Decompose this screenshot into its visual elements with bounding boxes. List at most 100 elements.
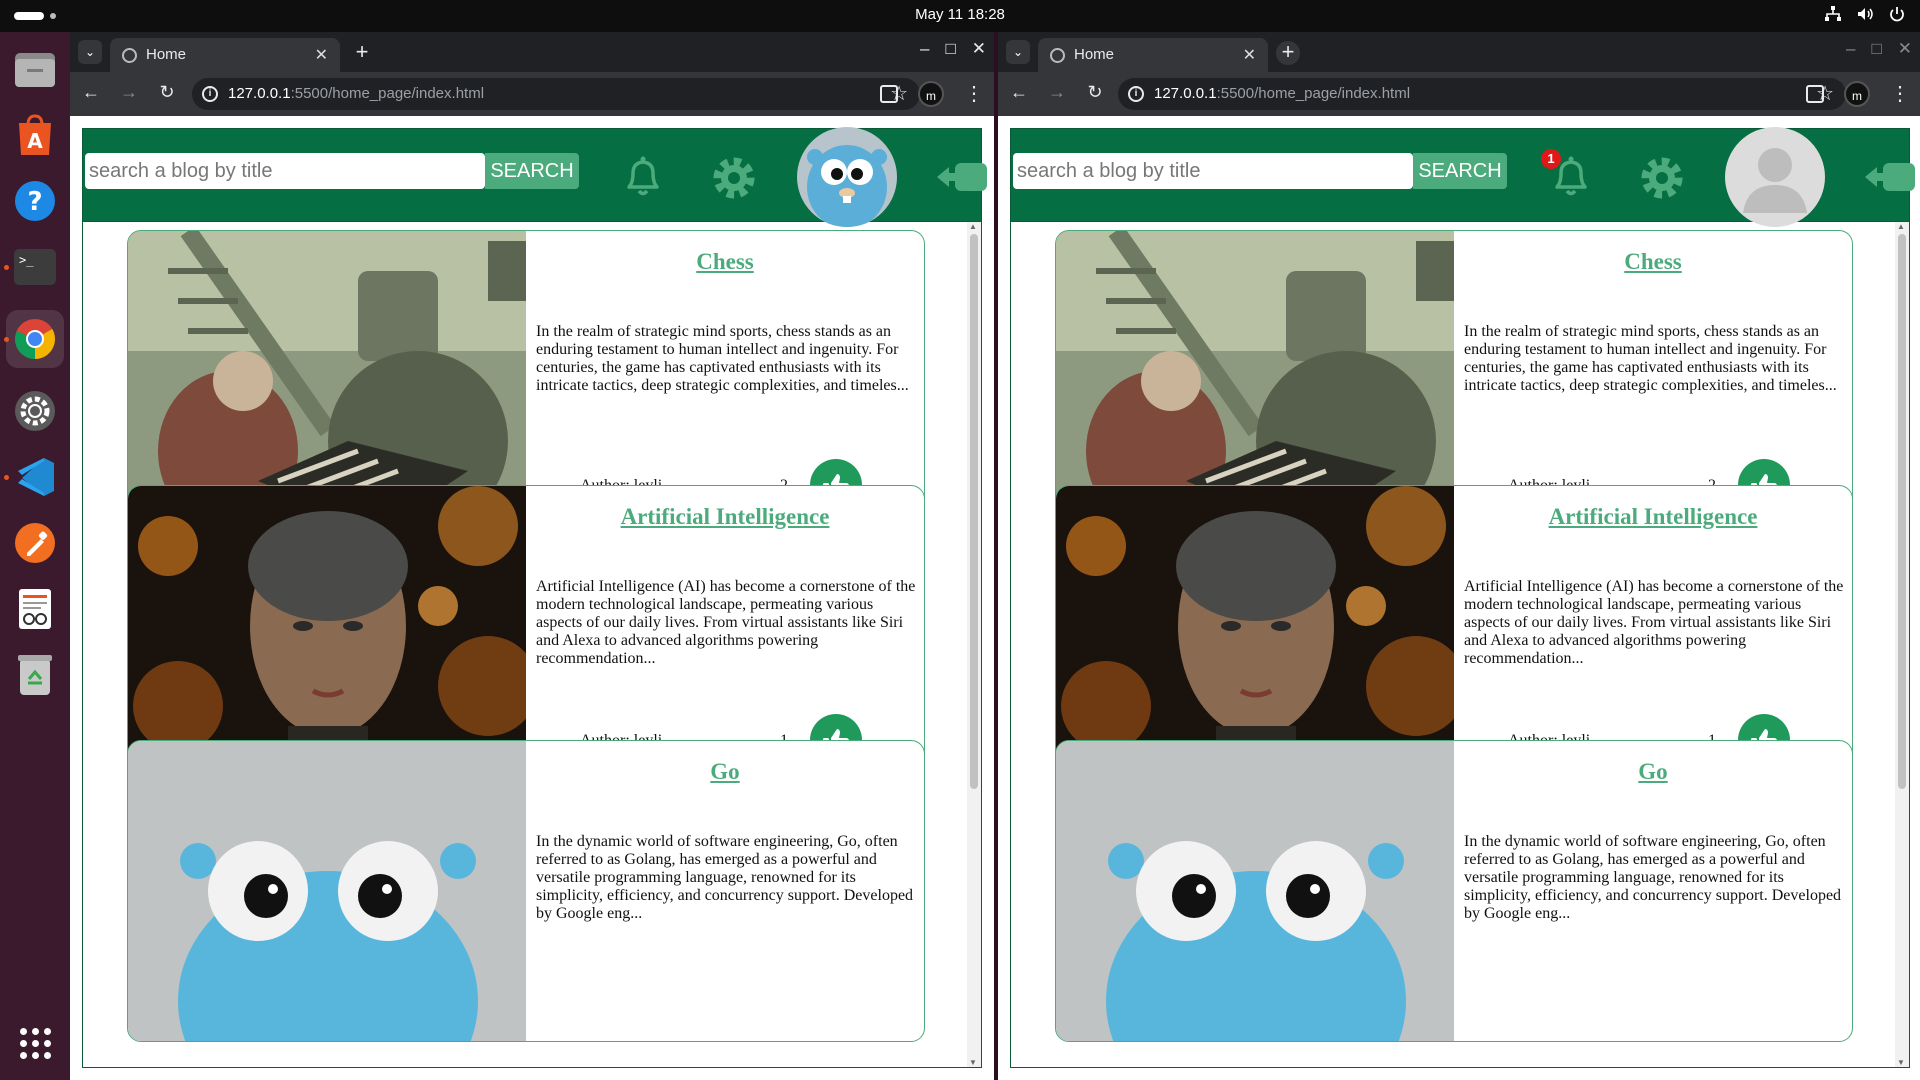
reload-icon[interactable]: ↻ (1084, 82, 1106, 103)
power-icon[interactable] (1888, 5, 1906, 23)
blog-title[interactable]: Artificial Intelligence (1454, 504, 1852, 530)
maximize-icon[interactable]: □ (945, 39, 955, 59)
minimize-icon[interactable]: – (1846, 39, 1855, 59)
text-editor-icon[interactable] (12, 586, 58, 632)
close-tab-icon[interactable]: ✕ (315, 45, 328, 65)
tab-bar: ⌄ Home ✕ + – □ ✕ (998, 32, 1920, 72)
blog-image-go (1056, 741, 1454, 1041)
back-icon[interactable]: ← (80, 82, 102, 103)
vscode-icon[interactable] (4, 454, 58, 500)
reload-icon[interactable]: ↻ (156, 82, 178, 103)
tab-home[interactable]: Home ✕ (110, 38, 340, 72)
bell-icon[interactable] (621, 151, 665, 199)
window-controls: – □ ✕ (920, 39, 986, 59)
volume-icon[interactable] (1856, 5, 1874, 23)
search-input[interactable] (85, 153, 485, 189)
blog-title[interactable]: Chess (526, 249, 924, 275)
new-tab-button[interactable]: + (1276, 41, 1300, 65)
blog-list[interactable]: Chess In the realm of strategic mind spo… (1010, 222, 1910, 1068)
blog-card[interactable]: Go In the dynamic world of software engi… (1055, 740, 1853, 1042)
system-clock[interactable]: May 11 18:28 (0, 0, 1920, 30)
forward-icon[interactable]: → (118, 82, 140, 103)
extensions-icon[interactable] (1806, 85, 1824, 103)
blog-title[interactable]: Artificial Intelligence (526, 504, 924, 530)
tab-title: Home (146, 46, 187, 63)
terminal-icon[interactable]: >_ (4, 244, 58, 290)
svg-text:>_: >_ (19, 253, 34, 267)
browser-toolbar: ← → ↻ i 127.0.0.1:5500/home_page/index.h… (998, 72, 1920, 116)
globe-icon (1050, 48, 1065, 63)
files-icon[interactable] (12, 46, 58, 92)
chrome-icon[interactable] (4, 310, 64, 368)
close-window-icon[interactable]: ✕ (972, 39, 986, 59)
blog-image-go (128, 741, 526, 1041)
menu-kebab-icon[interactable]: ⋮ (964, 84, 984, 104)
logout-icon[interactable] (1863, 159, 1917, 195)
tab-search-button[interactable]: ⌄ (1006, 40, 1030, 64)
trash-icon[interactable] (12, 652, 58, 698)
blog-excerpt: Artificial Intelligence (AI) has become … (1464, 578, 1844, 667)
browser-toolbar: ← → ↻ i 127.0.0.1:5500/home_page/index.h… (70, 72, 994, 116)
search-box (85, 153, 485, 189)
blog-title[interactable]: Chess (1454, 249, 1852, 275)
help-icon[interactable]: ? (12, 178, 58, 224)
profile-avatar[interactable]: m (1844, 81, 1870, 107)
browser-window-left: ⌄ Home ✕ + – □ ✕ ← → ↻ i 127.0.0.1:5500/… (70, 32, 994, 1080)
maximize-icon[interactable]: □ (1871, 39, 1881, 59)
search-button[interactable]: SEARCH (485, 153, 579, 189)
scrollbar-thumb[interactable] (970, 234, 978, 789)
search-input[interactable] (1013, 153, 1413, 189)
blog-excerpt: In the dynamic world of software enginee… (1464, 833, 1842, 922)
settings-icon[interactable] (12, 388, 58, 434)
site-header: SEARCH 1 (1010, 127, 1915, 227)
blog-excerpt: In the realm of strategic mind sports, c… (536, 323, 909, 394)
logout-icon[interactable] (935, 159, 989, 195)
site-info-icon[interactable]: i (1128, 86, 1144, 102)
scrollbar[interactable]: ▲ ▼ (1895, 222, 1909, 1067)
site-info-icon[interactable]: i (202, 86, 218, 102)
close-tab-icon[interactable]: ✕ (1243, 45, 1256, 65)
svg-text:?: ? (27, 187, 42, 217)
extensions-icon[interactable] (880, 85, 898, 103)
gear-icon[interactable] (1635, 151, 1689, 205)
color-picker-icon[interactable] (12, 520, 58, 566)
network-icon[interactable] (1824, 5, 1842, 23)
url-text[interactable]: 127.0.0.1:5500/home_page/index.html (228, 78, 484, 110)
site-header: SEARCH (82, 127, 987, 227)
system-tray[interactable] (1824, 5, 1906, 23)
url-text[interactable]: 127.0.0.1:5500/home_page/index.html (1154, 78, 1410, 110)
tab-bar: ⌄ Home ✕ + – □ ✕ (70, 32, 994, 72)
notification-badge: 1 (1541, 149, 1561, 169)
address-bar[interactable]: i 127.0.0.1:5500/home_page/index.html ☆ (192, 78, 920, 110)
new-tab-button[interactable]: + (350, 41, 374, 65)
blog-title[interactable]: Go (526, 759, 924, 785)
minimize-icon[interactable]: – (920, 39, 929, 59)
back-icon[interactable]: ← (1008, 82, 1030, 103)
user-avatar[interactable] (797, 127, 897, 227)
gear-icon[interactable] (707, 151, 761, 205)
blog-excerpt: In the dynamic world of software enginee… (536, 833, 914, 922)
tab-home[interactable]: Home ✕ (1038, 38, 1268, 72)
globe-icon (122, 48, 137, 63)
blog-list[interactable]: Chess In the realm of strategic mind spo… (82, 222, 982, 1068)
dock: A ? >_ (0, 32, 70, 1080)
browser-window-right: ⌄ Home ✕ + – □ ✕ ← → ↻ i 127.0.0.1:5500/… (998, 32, 1920, 1080)
page-viewport: SEARCH Chess In the realm of strategic m… (70, 116, 994, 1080)
forward-icon[interactable]: → (1046, 82, 1068, 103)
scrollbar-thumb[interactable] (1898, 234, 1906, 789)
app-center-icon[interactable]: A (12, 112, 58, 158)
address-bar[interactable]: i 127.0.0.1:5500/home_page/index.html ☆ (1118, 78, 1846, 110)
show-applications-icon[interactable] (20, 1028, 51, 1059)
window-controls: – □ ✕ (1846, 39, 1912, 59)
search-box (1013, 153, 1413, 189)
tab-search-button[interactable]: ⌄ (78, 40, 102, 64)
profile-avatar[interactable]: m (918, 81, 944, 107)
user-avatar[interactable] (1725, 127, 1825, 227)
menu-kebab-icon[interactable]: ⋮ (1890, 84, 1910, 104)
blog-card[interactable]: Go In the dynamic world of software engi… (127, 740, 925, 1042)
close-window-icon[interactable]: ✕ (1898, 39, 1912, 59)
blog-excerpt: Artificial Intelligence (AI) has become … (536, 578, 916, 667)
blog-title[interactable]: Go (1454, 759, 1852, 785)
scrollbar[interactable]: ▲ ▼ (967, 222, 981, 1067)
search-button[interactable]: SEARCH (1413, 153, 1507, 189)
